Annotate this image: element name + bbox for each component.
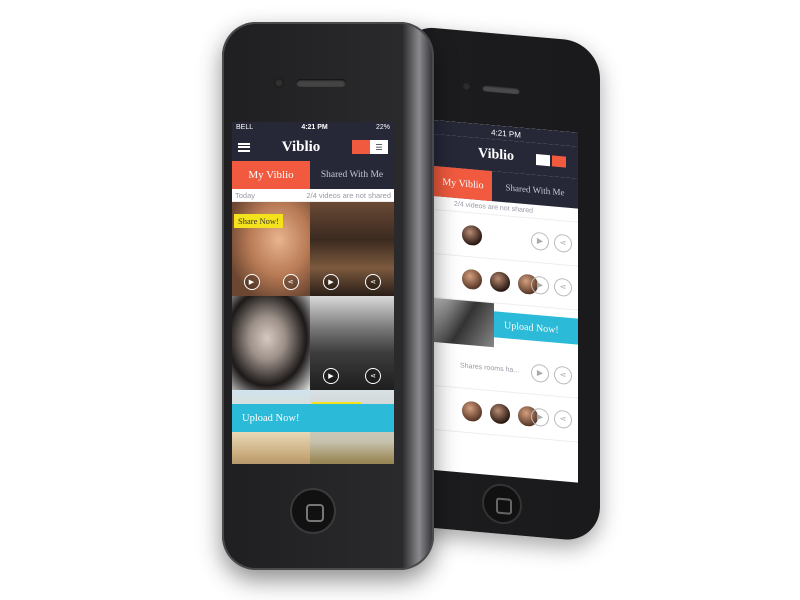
video-tile[interactable]: ▶ ⋖ [310,202,394,296]
muted-text: Shares rooms ha... [460,362,520,375]
status-carrier: BELL [236,124,254,131]
grid-view-icon[interactable] [536,153,551,166]
share-icon[interactable]: ⋖ [282,274,299,290]
app-title: Viblio [281,138,321,155]
share-icon[interactable]: ⋖ [365,368,381,384]
play-icon[interactable]: ▶ [243,274,260,290]
camera-icon [462,81,471,92]
play-icon[interactable]: ▶ [531,407,549,427]
share-icon[interactable]: ⋖ [554,277,572,297]
list-view-icon[interactable]: ☰ [370,140,388,154]
video-thumbnail [434,298,494,348]
share-icon[interactable]: ⋖ [365,274,381,290]
avatar [488,268,512,295]
navbar: Viblio ▦ ☰ [232,133,394,192]
play-icon[interactable]: ▶ [531,275,549,295]
subbar: Today 2/4 videos are not shared [232,189,394,202]
speaker-grille [482,84,520,95]
tab-shared-with-me[interactable]: Shared With Me [310,161,394,189]
list-view-icon[interactable] [552,154,567,168]
subbar-date: Today [235,190,256,200]
avatar [488,400,512,427]
play-icon[interactable]: ▶ [323,274,339,290]
upload-button[interactable]: Upload Now! [232,404,394,432]
tab-bar: My Viblio Shared With Me [232,161,394,189]
avatar [460,221,484,248]
avatar [460,397,484,424]
avatar [460,265,484,292]
share-now-badge[interactable]: Share Now! [234,214,283,228]
front-phone: BELL 4:21 PM 22% Viblio ▦ ☰ My Viblio Sh… [222,22,434,570]
back-screen: 4:21 PM Viblio My Viblio Shared With Me … [434,120,578,483]
grid-view-icon[interactable]: ▦ [280,140,370,192]
play-icon[interactable]: ▶ [531,231,549,251]
status-battery: 22% [375,124,390,131]
upload-button[interactable]: Upload Now! [494,311,578,345]
tab-my-viblio[interactable]: My Viblio [434,166,492,202]
video-tile[interactable]: Share Now! ▶ ⋖ [232,202,310,296]
speaker-grille [296,79,346,87]
front-screen: BELL 4:21 PM 22% Viblio ▦ ☰ My Viblio Sh… [232,122,394,464]
home-button-icon[interactable] [290,488,336,534]
status-time: 4:21 PM [301,124,328,131]
play-icon[interactable]: ▶ [323,368,339,384]
status-time: 4:21 PM [491,127,521,140]
share-icon[interactable]: ⋖ [554,365,572,385]
app-title: Viblio [478,145,515,165]
subbar-status: 2/4 videos are not shared [306,190,391,200]
play-icon[interactable]: ▶ [531,363,549,383]
share-icon[interactable]: ⋖ [554,409,572,429]
share-icon[interactable]: ⋖ [554,233,572,253]
menu-icon[interactable] [238,142,250,152]
home-button-icon[interactable] [482,482,522,526]
video-tile[interactable] [232,296,310,390]
video-tile[interactable]: ▶ ⋖ [310,296,394,390]
view-toggle[interactable] [536,153,567,168]
view-toggle[interactable]: ▦ ☰ [280,140,388,192]
status-bar: BELL 4:21 PM 22% [232,122,394,133]
tab-my-viblio[interactable]: My Viblio [232,161,310,189]
camera-icon [274,78,284,88]
